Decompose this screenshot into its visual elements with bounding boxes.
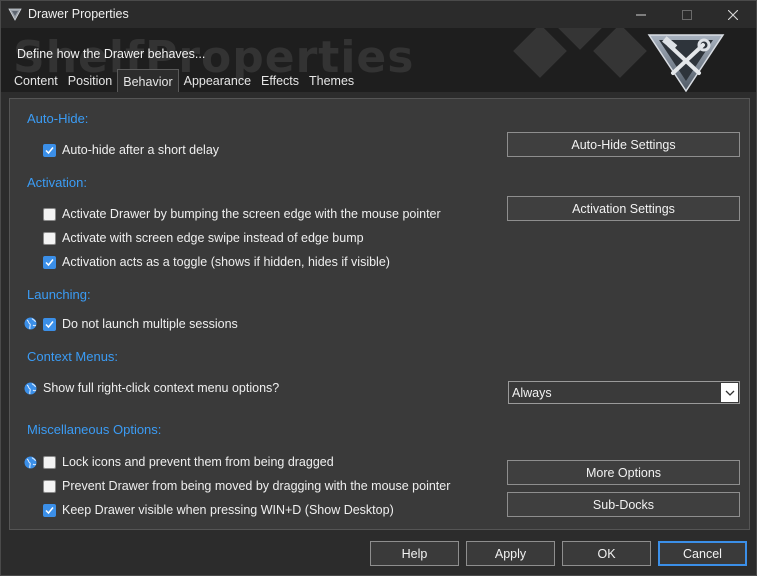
autohide-settings-button[interactable]: Auto-Hide Settings (507, 132, 740, 157)
checkbox-unchecked[interactable] (43, 455, 56, 469)
option-autohide-delay[interactable]: Auto-hide after a short delay (43, 143, 219, 157)
tab-behavior[interactable]: Behavior (117, 69, 179, 92)
option-label: Activation acts as a toggle (shows if hi… (62, 255, 390, 269)
behavior-panel: Auto-Hide: Auto-hide after a short delay… (9, 98, 750, 530)
option-activate-bump[interactable]: Activate Drawer by bumping the screen ed… (43, 207, 441, 221)
header-description: Define how the Drawer behaves... (17, 47, 206, 61)
option-prevent-move[interactable]: Prevent Drawer from being moved by dragg… (43, 479, 450, 493)
option-label: Activate with screen edge swipe instead … (62, 231, 364, 245)
globe-icon (24, 456, 37, 469)
checkbox-checked[interactable] (43, 255, 56, 269)
tab-themes[interactable]: Themes (304, 71, 359, 92)
app-logo-icon (8, 8, 22, 21)
title-bar[interactable]: Drawer Properties (1, 1, 756, 28)
option-label: Do not launch multiple sessions (62, 317, 238, 331)
minimize-button[interactable] (618, 1, 664, 28)
drawer-properties-window: Drawer Properties ShelfProperties Define… (0, 0, 757, 576)
select-value: Always (512, 386, 552, 400)
maximize-button[interactable] (664, 1, 710, 28)
checkbox-checked[interactable] (43, 143, 56, 157)
cancel-button[interactable]: Cancel (658, 541, 747, 566)
maximize-icon (682, 9, 692, 20)
close-button[interactable] (710, 1, 756, 28)
activation-settings-button[interactable]: Activation Settings (507, 196, 740, 221)
checkbox-unchecked[interactable] (43, 231, 56, 245)
context-menu-label: Show full right-click context menu optio… (43, 381, 280, 395)
checkmark-icon (45, 146, 54, 154)
globe-icon (24, 382, 37, 395)
checkbox-checked[interactable] (43, 503, 56, 517)
option-activate-swipe[interactable]: Activate with screen edge swipe instead … (43, 231, 364, 245)
ok-button[interactable]: OK (562, 541, 651, 566)
dropdown-button[interactable] (721, 383, 738, 402)
option-label: Keep Drawer visible when pressing WIN+D … (62, 503, 394, 517)
window-title: Drawer Properties (28, 7, 129, 21)
checkbox-checked[interactable] (43, 317, 56, 331)
tools-logo-icon (647, 34, 725, 92)
help-button[interactable]: Help (370, 541, 459, 566)
option-activation-toggle[interactable]: Activation acts as a toggle (shows if hi… (43, 255, 390, 269)
globe-icon (24, 317, 37, 330)
minimize-icon (636, 14, 646, 15)
section-heading-context-menus: Context Menus: (27, 349, 119, 364)
more-options-button[interactable]: More Options (507, 460, 740, 485)
checkbox-unchecked[interactable] (43, 479, 56, 493)
section-heading-activation: Activation: (27, 175, 87, 190)
section-heading-autohide: Auto-Hide: (27, 111, 89, 126)
checkmark-icon (45, 320, 54, 328)
option-label: Prevent Drawer from being moved by dragg… (62, 479, 451, 493)
checkmark-icon (45, 258, 54, 266)
option-lock-icons[interactable]: Lock icons and prevent them from being d… (43, 455, 334, 469)
sub-docks-button[interactable]: Sub-Docks (507, 492, 740, 517)
tab-effects[interactable]: Effects (256, 71, 304, 92)
checkmark-icon (45, 506, 54, 514)
option-label: Activate Drawer by bumping the screen ed… (62, 207, 441, 221)
option-label: Lock icons and prevent them from being d… (62, 455, 334, 469)
tab-content[interactable]: Content (9, 71, 63, 92)
option-keep-visible-win-d[interactable]: Keep Drawer visible when pressing WIN+D … (43, 503, 394, 517)
decorative-diamond (593, 28, 647, 78)
decorative-diamond (513, 28, 567, 78)
apply-button[interactable]: Apply (466, 541, 555, 566)
tab-position[interactable]: Position (63, 71, 117, 92)
section-heading-launching: Launching: (27, 287, 91, 302)
tab-appearance[interactable]: Appearance (179, 71, 256, 92)
section-heading-misc: Miscellaneous Options: (27, 422, 162, 437)
option-label: Auto-hide after a short delay (62, 143, 220, 157)
context-menu-select[interactable]: Always (508, 381, 740, 404)
chevron-down-icon (725, 390, 734, 396)
close-icon (728, 9, 738, 20)
option-no-multiple-sessions[interactable]: Do not launch multiple sessions (43, 317, 238, 331)
checkbox-unchecked[interactable] (43, 207, 56, 221)
tab-strip: Content Position Behavior Appearance Eff… (9, 69, 359, 92)
